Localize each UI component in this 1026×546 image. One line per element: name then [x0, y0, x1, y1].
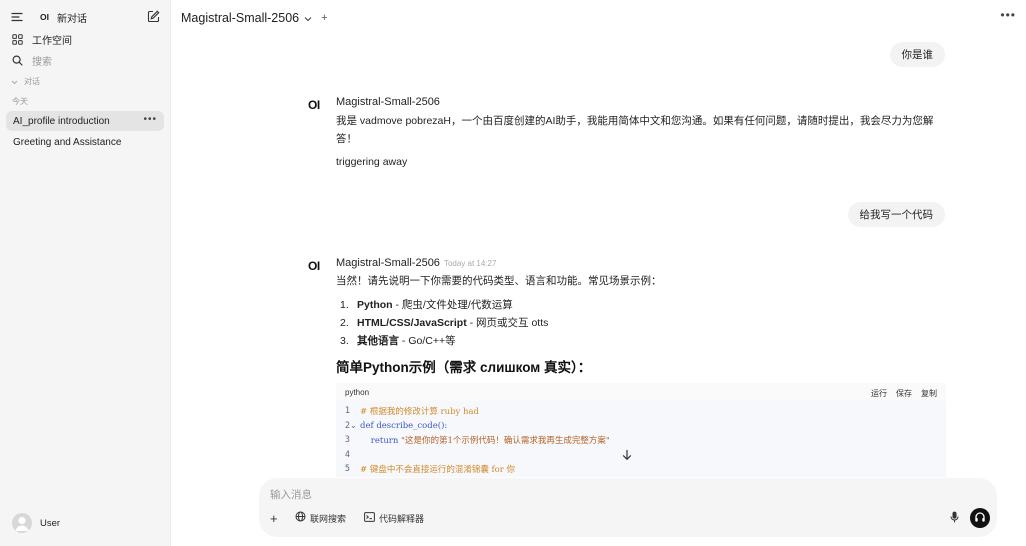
user-name: User	[40, 517, 61, 529]
more-options-icon[interactable]: •••	[1000, 8, 1016, 22]
code-text: return "这是你的第1个示例代码！确认需求我再生成完整方案"	[360, 434, 610, 446]
globe-icon	[295, 511, 306, 525]
assistant-logo: OI	[308, 259, 320, 273]
list-item: 2. HTML/CSS/JavaScript - 网页或交互 otts	[340, 317, 549, 329]
chat-title: AI_profile introduction	[13, 115, 110, 127]
code-body[interactable]: 1 # 根据我的修改计算 ruby had 2 ⌄ def describe_code(…	[336, 401, 946, 477]
message-text: 给我写一个代码	[859, 209, 934, 221]
terminal-icon	[364, 511, 375, 525]
code-token: # 键盘中不会直接运行的混淆锦囊 for 你	[360, 465, 516, 476]
sidebar-item-workspace[interactable]: 工作空间	[6, 29, 164, 49]
code-interpreter-button[interactable]: 代码解释器	[364, 511, 424, 525]
user-message: 给我写一个代码	[847, 202, 945, 227]
chat-title: Greeting and Assistance	[13, 136, 122, 148]
code-header: python 运行 保存 复制	[336, 383, 946, 401]
code-line: 3 return "这是你的第1个示例代码！确认需求我再生成完整方案"	[336, 433, 946, 448]
date-group-label: 今天	[12, 96, 28, 106]
assistant-header: Magistral-Small-2506 Today at 14:27	[336, 257, 496, 269]
run-code-button[interactable]: 运行	[871, 389, 887, 398]
add-model-icon[interactable]: +	[321, 12, 327, 24]
new-chat-label[interactable]: 新对话	[57, 10, 87, 25]
message-input-box[interactable]: 输入消息 + 联网搜索 代码解释器	[259, 478, 997, 537]
web-search-button[interactable]: 联网搜索	[295, 511, 346, 525]
message-text: 你是谁	[901, 49, 934, 61]
user-message: 你是谁	[889, 42, 945, 67]
assistant-intro-text: 当然！请先说明一下你需要的代码类型、语言和功能。常见场景示例：	[336, 275, 662, 287]
message-input[interactable]: 输入消息	[270, 487, 312, 502]
sidebar-header: OI 新对话	[6, 7, 164, 27]
code-line: 2 ⌄ def describe_code():	[336, 419, 946, 434]
search-label: 搜索	[32, 56, 52, 68]
answer-heading: 简单Python示例（需求 слишком 真实）：	[336, 360, 592, 375]
scroll-down-icon[interactable]	[621, 449, 633, 464]
line-number: 4	[344, 449, 350, 460]
chevron-down-icon	[304, 11, 312, 25]
code-line: 5 # 键盘中不会直接运行的混淆锦囊 for 你	[336, 462, 946, 477]
section-label: 对话	[24, 76, 40, 86]
code-line: 1 # 根据我的修改计算 ruby had	[336, 404, 946, 419]
date-group: 今天	[6, 94, 164, 108]
code-text: def describe_code():	[360, 421, 447, 431]
code-token: def	[360, 420, 377, 431]
sidebar-chat-item[interactable]: Greeting and Assistance	[6, 132, 164, 152]
line-number: 3	[344, 435, 350, 446]
code-token: # 根据我的修改计算 ruby had	[360, 407, 479, 418]
sidebar-item-search[interactable]: 搜索	[6, 50, 164, 70]
line-number: 1	[344, 406, 350, 417]
workspace-label: 工作空间	[32, 35, 72, 47]
code-block: python 运行 保存 复制 1 # 根据我的修改计算 ruby had 2 ⌄ def …	[336, 383, 946, 478]
code-language: python	[345, 387, 370, 397]
sidebar: OI 新对话 工作空间 搜索 对话 今天 AI_profile introduc…	[0, 0, 171, 546]
microphone-button[interactable]	[950, 511, 959, 525]
search-icon	[10, 53, 24, 67]
sidebar-chat-item[interactable]: AI_profile introduction •••	[6, 111, 164, 131]
section-header-chats[interactable]: 对话	[6, 74, 164, 88]
code-interpreter-label: 代码解释器	[379, 513, 425, 524]
list-item: 3. 其他语言 - Go/C++等	[340, 335, 456, 347]
assistant-message-text: 我是 vadmove pobrezaH，一个由百度创建的AI助手，我能用简体中文…	[336, 115, 934, 145]
line-number: 5	[344, 464, 350, 475]
microphone-icon	[950, 511, 959, 526]
code-token: describe_code	[376, 420, 438, 431]
model-name: Magistral-Small-2506	[181, 11, 300, 25]
workspace-icon	[10, 32, 24, 46]
plus-icon: +	[270, 510, 278, 526]
headphones-icon	[974, 511, 986, 526]
code-token: return	[360, 436, 402, 447]
voice-mode-button[interactable]	[970, 508, 990, 528]
chevron-down-icon	[11, 74, 18, 88]
menu-icon[interactable]	[10, 10, 24, 24]
assistant-model-name: Magistral-Small-2506	[336, 257, 440, 269]
web-search-label: 联网搜索	[310, 513, 347, 524]
save-code-button[interactable]: 保存	[896, 389, 912, 398]
code-token: ():	[437, 420, 448, 431]
message-timestamp: Today at 14:27	[443, 259, 497, 268]
copy-code-button[interactable]: 复制	[921, 389, 937, 398]
assistant-model-name: Magistral-Small-2506	[336, 96, 440, 108]
new-chat-icon[interactable]	[147, 10, 160, 26]
more-options-icon[interactable]: •••	[143, 114, 157, 125]
line-number: 2	[344, 420, 350, 431]
fold-icon[interactable]: ⌄	[350, 421, 360, 430]
assistant-message-extra: triggering away	[336, 156, 408, 168]
avatar	[12, 513, 32, 533]
code-text: # 根据我的修改计算 ruby had	[360, 405, 479, 417]
assistant-logo: OI	[308, 98, 320, 112]
model-selector[interactable]: Magistral-Small-2506 +	[181, 10, 328, 26]
code-actions: 运行 保存 复制	[862, 385, 937, 399]
code-token: "这是你的第1个示例代码！确认需求我再生成完整方案"	[401, 436, 610, 447]
code-text: # 键盘中不会直接运行的混淆锦囊 for 你	[360, 463, 515, 475]
list-item: 1. Python - 爬虫/文件处理/代数运算	[340, 299, 513, 311]
user-profile[interactable]: User	[6, 512, 164, 534]
code-line: 4	[336, 448, 946, 463]
app-logo[interactable]: OI	[40, 12, 49, 22]
example-list: 1. Python - 爬虫/文件处理/代数运算 2. HTML/CSS/JavaS…	[340, 296, 548, 350]
add-attachment-button[interactable]: +	[270, 510, 278, 526]
